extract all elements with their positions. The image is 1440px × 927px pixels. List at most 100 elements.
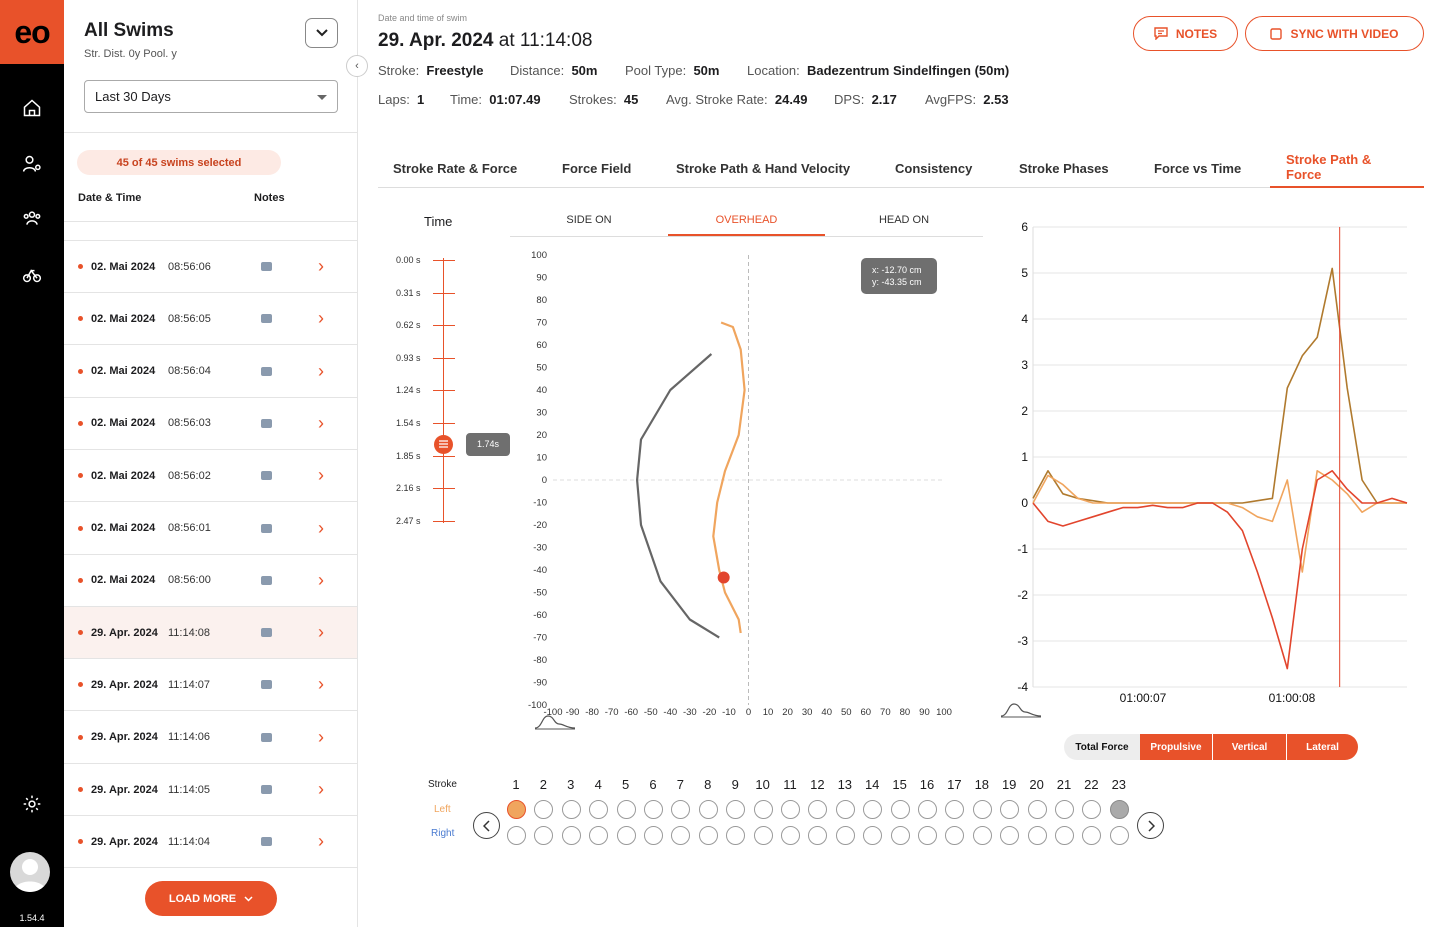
force-chart[interactable]: 6 5 4 3 2 1 0 -1 -2 -3 -4 01:00:07 01:00:08 [998, 215, 1428, 715]
left-stroke-toggle[interactable] [534, 800, 554, 819]
chevron-right-icon[interactable]: › [318, 622, 324, 643]
notes-icon[interactable] [261, 680, 272, 690]
right-stroke-toggle[interactable] [507, 826, 526, 845]
right-stroke-toggle[interactable] [781, 826, 800, 845]
notes-icon[interactable] [261, 732, 272, 742]
sync-video-button[interactable]: SYNC WITH VIDEO [1245, 16, 1424, 51]
left-stroke-toggle[interactable] [1082, 800, 1102, 819]
right-stroke-toggle[interactable] [1109, 826, 1129, 845]
right-stroke-toggle[interactable] [918, 826, 937, 845]
tab-consistency[interactable]: Consistency [895, 148, 972, 188]
team-icon[interactable] [20, 206, 44, 230]
left-stroke-toggle[interactable] [671, 800, 691, 819]
sidebar-menu-button[interactable] [305, 18, 338, 48]
left-stroke-toggle[interactable] [589, 800, 609, 819]
chevron-right-icon[interactable]: › [318, 674, 324, 695]
chevron-right-icon[interactable]: › [318, 361, 324, 382]
left-stroke-toggle[interactable] [972, 800, 992, 819]
load-more-button[interactable]: LOAD MORE [145, 881, 277, 916]
force-button-total[interactable]: Total Force [1064, 734, 1140, 760]
right-stroke-toggle[interactable] [890, 826, 910, 845]
left-stroke-toggle[interactable] [781, 800, 800, 819]
chevron-right-icon[interactable]: › [318, 831, 324, 852]
right-stroke-toggle[interactable] [1082, 826, 1102, 845]
chevron-right-icon[interactable]: › [318, 256, 324, 277]
notes-button[interactable]: NOTES [1133, 16, 1238, 51]
next-stroke-button[interactable] [1137, 812, 1164, 839]
left-stroke-toggle[interactable] [507, 800, 526, 819]
table-row[interactable]: 29. Apr. 2024 11:14:04 › [64, 816, 357, 869]
right-stroke-toggle[interactable] [698, 826, 718, 845]
left-stroke-toggle[interactable] [616, 800, 636, 819]
stroke-path-chart[interactable]: 1009080706050403020100-10-20-30-40-50-60… [523, 240, 963, 740]
table-row[interactable]: 02. Mai 2024 08:56:05 › [64, 293, 357, 346]
right-stroke-toggle[interactable] [561, 826, 581, 845]
table-row[interactable]: 02. Mai 2024 08:56:01 › [64, 503, 357, 555]
chevron-right-icon[interactable]: › [318, 779, 324, 800]
right-stroke-toggle[interactable] [589, 826, 609, 845]
notes-icon[interactable] [261, 575, 272, 585]
left-stroke-toggle[interactable] [726, 800, 746, 819]
table-row[interactable]: 02. Mai 2024 08:56:06 › [64, 241, 357, 293]
collapse-sidebar-button[interactable]: ‹ [346, 55, 368, 77]
left-stroke-toggle[interactable] [890, 800, 910, 819]
wave-icon[interactable] [534, 712, 576, 730]
notes-icon[interactable] [261, 785, 272, 794]
table-row[interactable]: 29. Apr. 2024 11:14:06 › [64, 712, 357, 764]
table-row[interactable]: 02. Mai 2024 08:56:03 › [64, 398, 357, 450]
right-stroke-toggle[interactable] [863, 826, 883, 845]
tab-stroke-rate-force[interactable]: Stroke Rate & Force [393, 148, 517, 188]
avatar[interactable] [10, 852, 50, 892]
right-stroke-toggle[interactable] [644, 826, 663, 845]
tab-force-field[interactable]: Force Field [562, 148, 631, 188]
table-row[interactable]: 02. Mai 2024 08:56:02 › [64, 450, 357, 503]
triathlon-icon[interactable] [20, 262, 44, 286]
tab-side-on[interactable]: SIDE ON [510, 208, 668, 236]
tab-stroke-path-force[interactable]: Stroke Path & Force [1270, 148, 1424, 188]
left-stroke-toggle[interactable] [1000, 800, 1020, 819]
chevron-right-icon[interactable]: › [318, 518, 324, 539]
right-stroke-toggle[interactable] [753, 826, 773, 845]
left-stroke-toggle[interactable] [945, 800, 965, 819]
force-button-vertical[interactable]: Vertical [1213, 734, 1287, 760]
force-button-propulsive[interactable]: Propulsive [1140, 734, 1213, 760]
previous-stroke-button[interactable] [473, 812, 500, 839]
table-row[interactable]: 29. Apr. 2024 11:14:07 › [64, 659, 357, 712]
left-stroke-toggle[interactable] [1055, 800, 1074, 819]
date-range-select[interactable]: Last 30 Days [84, 80, 338, 113]
right-stroke-toggle[interactable] [835, 826, 855, 845]
left-stroke-toggle[interactable] [698, 800, 718, 819]
chevron-right-icon[interactable]: › [318, 570, 324, 591]
notes-icon[interactable] [261, 471, 272, 481]
timeline-handle[interactable] [434, 434, 453, 454]
notes-icon[interactable] [261, 837, 272, 847]
table-row[interactable]: 29. Apr. 2024 11:14:08 › [64, 607, 357, 660]
chevron-right-icon[interactable]: › [318, 465, 324, 486]
timeline-slider[interactable]: 0.00 s 0.31 s 0.62 s 0.93 s 1.24 s 1.54 s 1.85… [358, 250, 518, 530]
logo[interactable]: eo [0, 0, 64, 64]
tab-head-on[interactable]: HEAD ON [825, 208, 983, 236]
right-stroke-toggle[interactable] [1027, 826, 1047, 845]
right-stroke-toggle[interactable] [534, 826, 554, 845]
wave-icon[interactable] [1000, 700, 1042, 718]
left-stroke-toggle[interactable] [561, 800, 581, 819]
chevron-right-icon[interactable]: › [318, 727, 324, 748]
notes-icon[interactable] [261, 314, 272, 324]
left-stroke-toggle[interactable] [835, 800, 855, 819]
table-row[interactable]: 02. Mai 2024 08:56:00 › [64, 555, 357, 607]
right-stroke-toggle[interactable] [1000, 826, 1020, 845]
column-header-notes[interactable]: Notes [254, 192, 285, 204]
left-stroke-toggle[interactable] [918, 800, 937, 819]
tab-force-vs-time[interactable]: Force vs Time [1154, 148, 1241, 188]
current-position-marker[interactable] [717, 571, 730, 584]
chevron-right-icon[interactable]: › [318, 308, 324, 329]
left-stroke-toggle[interactable] [644, 800, 663, 819]
force-button-lateral[interactable]: Lateral [1287, 734, 1358, 760]
left-stroke-toggle[interactable] [1027, 800, 1047, 819]
notes-icon[interactable] [261, 418, 272, 428]
table-row[interactable]: 02. Mai 2024 08:56:04 › [64, 346, 357, 398]
right-stroke-toggle[interactable] [972, 826, 992, 845]
tab-stroke-phases[interactable]: Stroke Phases [1019, 148, 1109, 188]
right-stroke-toggle[interactable] [616, 826, 636, 845]
tab-stroke-path-hand-velocity[interactable]: Stroke Path & Hand Velocity [676, 148, 850, 188]
